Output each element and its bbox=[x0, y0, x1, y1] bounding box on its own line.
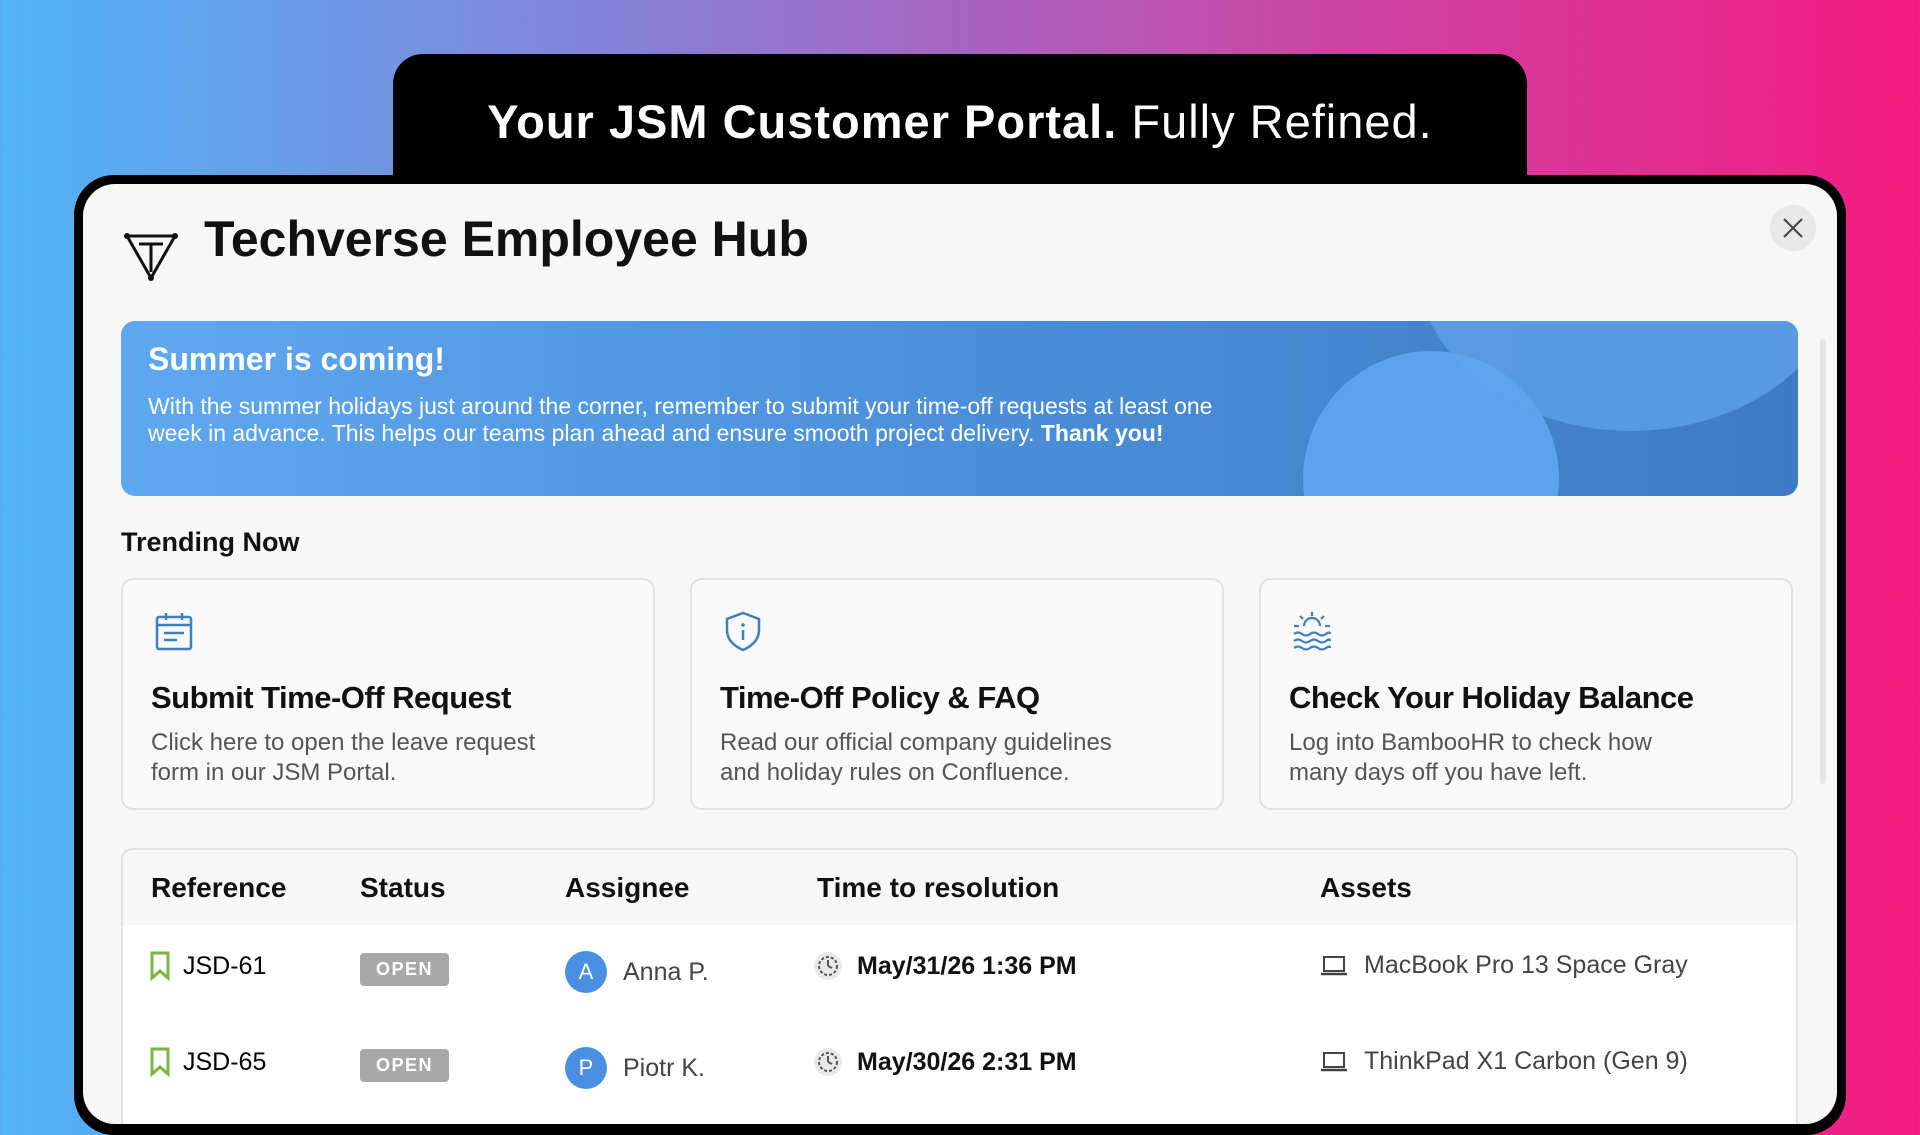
status-cell: OPEN bbox=[360, 1049, 450, 1082]
trending-title: Trending Now bbox=[121, 527, 300, 557]
reference-id: JSD-61 bbox=[183, 951, 267, 980]
clock-icon bbox=[814, 1048, 842, 1076]
time-to-resolution-cell: May/31/26 1:36 PM bbox=[813, 951, 1077, 981]
requests-table: Reference Status Assignee Time to resolu… bbox=[121, 848, 1798, 1124]
card-description: Log into BambooHR to check how many days… bbox=[1289, 729, 1652, 786]
laptop-icon bbox=[1321, 955, 1347, 975]
column-header-time-to-resolution[interactable]: Time to resolution bbox=[817, 872, 1059, 904]
status-cell: OPEN bbox=[360, 953, 450, 986]
hero-light-text: Fully Refined. bbox=[1131, 95, 1433, 148]
column-header-assets[interactable]: Assets bbox=[1320, 872, 1412, 904]
scrollbar[interactable] bbox=[1820, 339, 1826, 784]
clock-icon bbox=[814, 952, 842, 980]
asset-name: MacBook Pro 13 Space Gray bbox=[1364, 951, 1688, 979]
reference-cell[interactable]: JSD-65 bbox=[149, 1047, 266, 1077]
calendar-icon bbox=[155, 613, 193, 651]
avatar: P bbox=[565, 1047, 607, 1089]
status-badge: OPEN bbox=[360, 1049, 450, 1082]
resolution-time: May/31/26 1:36 PM bbox=[857, 951, 1077, 980]
announcement-banner: Summer is coming! With the summer holida… bbox=[121, 321, 1798, 496]
card-description: Read our official company guidelines and… bbox=[720, 729, 1112, 786]
column-header-status[interactable]: Status bbox=[360, 872, 446, 904]
time-to-resolution-cell: May/30/26 2:31 PM bbox=[813, 1047, 1077, 1077]
banner-emphasis: Thank you! bbox=[1040, 420, 1164, 446]
assets-cell[interactable]: MacBook Pro 13 Space Gray bbox=[1320, 951, 1688, 980]
card-holiday-balance[interactable]: Check Your Holiday Balance Log into Bamb… bbox=[1259, 578, 1793, 810]
banner-title: Summer is coming! bbox=[148, 341, 445, 377]
column-header-reference[interactable]: Reference bbox=[151, 872, 286, 904]
assignee-name: Anna P. bbox=[623, 957, 709, 986]
techverse-logo-icon bbox=[124, 233, 178, 282]
shield-info-icon bbox=[725, 611, 761, 652]
assignee-cell: P Piotr K. bbox=[565, 1047, 705, 1089]
card-title: Time-Off Policy & FAQ bbox=[720, 680, 1040, 715]
hero-bold-text: Your JSM Customer Portal. bbox=[487, 95, 1118, 148]
app-title: Techverse Employee Hub bbox=[204, 211, 809, 267]
bookmark-icon bbox=[150, 1047, 170, 1077]
table-row[interactable]: JSD-65 OPEN P Piotr K. May/30/26 2:31 PM bbox=[123, 1021, 1796, 1117]
card-title: Check Your Holiday Balance bbox=[1289, 680, 1694, 715]
card-title: Submit Time-Off Request bbox=[151, 680, 511, 715]
assets-cell[interactable]: ThinkPad X1 Carbon (Gen 9) bbox=[1320, 1047, 1688, 1076]
reference-id: JSD-65 bbox=[183, 1047, 267, 1076]
assignee-name: Piotr K. bbox=[623, 1053, 705, 1082]
table-header: Reference Status Assignee Time to resolu… bbox=[123, 850, 1796, 925]
resolution-time: May/30/26 2:31 PM bbox=[857, 1047, 1077, 1076]
asset-name: ThinkPad X1 Carbon (Gen 9) bbox=[1364, 1047, 1688, 1075]
column-header-assignee[interactable]: Assignee bbox=[565, 872, 690, 904]
bookmark-icon bbox=[150, 951, 170, 981]
card-time-off-policy[interactable]: Time-Off Policy & FAQ Read our official … bbox=[690, 578, 1224, 810]
assignee-cell: A Anna P. bbox=[565, 951, 709, 993]
close-button[interactable] bbox=[1770, 205, 1816, 251]
card-submit-time-off[interactable]: Submit Time-Off Request Click here to op… bbox=[121, 578, 655, 810]
avatar: A bbox=[565, 951, 607, 993]
sun-waves-icon bbox=[1293, 612, 1332, 651]
laptop-icon bbox=[1321, 1051, 1347, 1071]
status-badge: OPEN bbox=[360, 953, 450, 986]
banner-body: With the summer holidays just around the… bbox=[148, 393, 1248, 447]
close-icon bbox=[1783, 218, 1803, 238]
card-description: Click here to open the leave request for… bbox=[151, 729, 536, 786]
table-row[interactable]: JSD-61 OPEN A Anna P. May/31/26 1:36 PM bbox=[123, 925, 1796, 1021]
portal-window: Techverse Employee Hub Summer is coming!… bbox=[83, 184, 1837, 1124]
reference-cell[interactable]: JSD-61 bbox=[149, 951, 266, 981]
